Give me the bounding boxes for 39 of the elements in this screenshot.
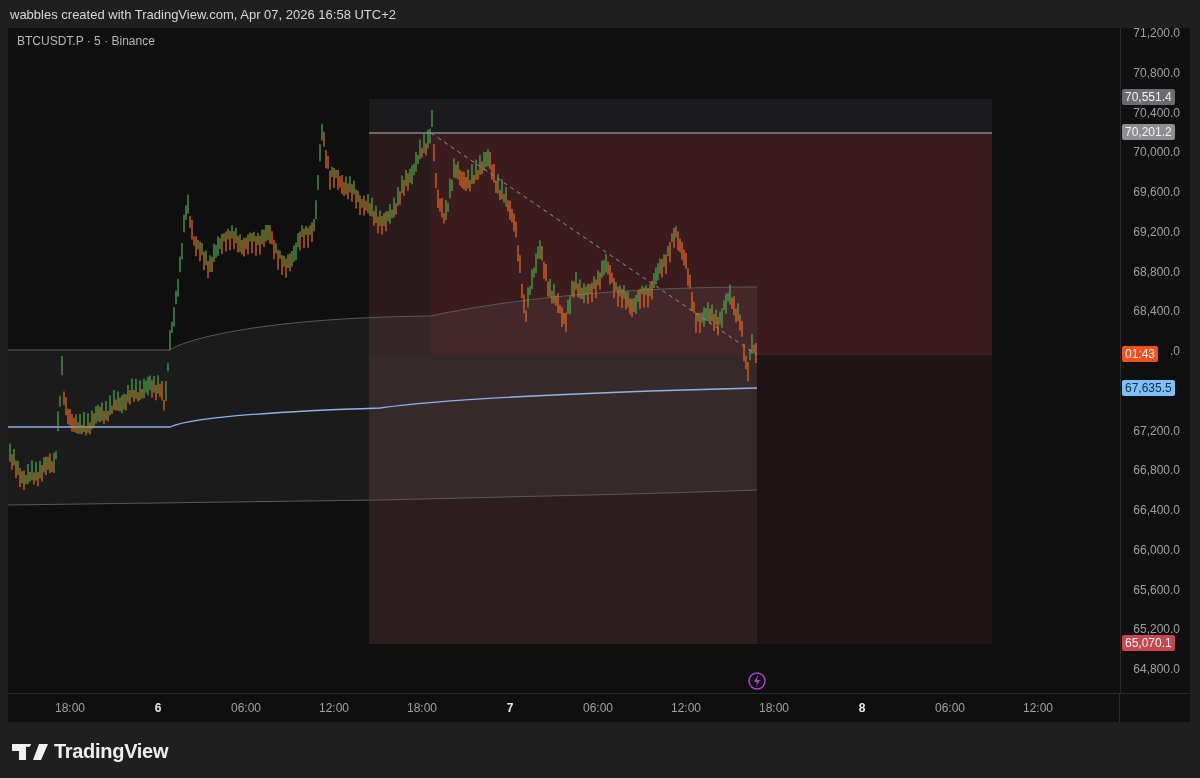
time-label: 8 <box>858 701 866 715</box>
price-tag: 67,635.5 <box>1122 380 1175 396</box>
time-label: 18:00 <box>759 701 789 715</box>
symbol-title: BTCUSDT.P · 5 · Binance <box>17 34 155 48</box>
price-label: 69,600.0 <box>1133 185 1180 199</box>
price-label: 68,800.0 <box>1133 264 1180 279</box>
price-label: 65,200.0 <box>1133 622 1180 637</box>
price-tag: 01:43 <box>1122 346 1159 362</box>
time-label: 12:00 <box>1023 701 1053 715</box>
time-label: 18:00 <box>55 701 85 715</box>
price-axis[interactable]: 71,200.0 70,800.0 70,400.0 70,000.0 69,600.0 69,200.0 68,800.0 68,400.0 .0 67,200.0 66,800.0 66,400.0 66,000.0 65,600.0 65,200.0 64,800.0 70,551.4 70,201.2 01:43 67,635.5 65,070.1 <box>1120 28 1190 694</box>
price-tag: 65,070.1 <box>1122 635 1175 651</box>
price-label: 69,200.0 <box>1133 224 1180 239</box>
price-tag: 70,201.2 <box>1122 124 1175 140</box>
price-label: 71,200.0 <box>1133 26 1180 40</box>
time-label: 06:00 <box>583 701 613 715</box>
time-label: 7 <box>506 701 514 715</box>
time-label: 06:00 <box>935 701 965 715</box>
price-label: 70,400.0 <box>1133 105 1180 120</box>
time-label: 12:00 <box>671 701 701 715</box>
logo-icon <box>12 743 48 760</box>
time-label: 6 <box>154 701 162 715</box>
time-label: 18:00 <box>407 701 437 715</box>
price-label: 70,800.0 <box>1133 65 1180 80</box>
attribution-text: wabbles created with TradingView.com, Apr 07, 2026 16:58 UTC+2 <box>10 6 396 22</box>
logo-text: TradingView <box>54 740 169 763</box>
price-label: 64,800.0 <box>1133 662 1180 676</box>
lightning-icon[interactable] <box>748 672 766 690</box>
price-label: 68,400.0 <box>1133 304 1180 319</box>
price-label: 67,200.0 <box>1133 423 1180 438</box>
time-label: 12:00 <box>319 701 349 715</box>
price-label: 66,400.0 <box>1133 503 1180 517</box>
price-label: 70,000.0 <box>1133 145 1180 160</box>
price-label: 66,800.0 <box>1133 463 1180 478</box>
time-label: 06:00 <box>231 701 261 715</box>
price-label: 66,000.0 <box>1133 542 1180 557</box>
price-label: 65,600.0 <box>1133 582 1180 597</box>
price-label: .0 <box>1170 344 1180 358</box>
price-tag: 70,551.4 <box>1122 89 1175 105</box>
